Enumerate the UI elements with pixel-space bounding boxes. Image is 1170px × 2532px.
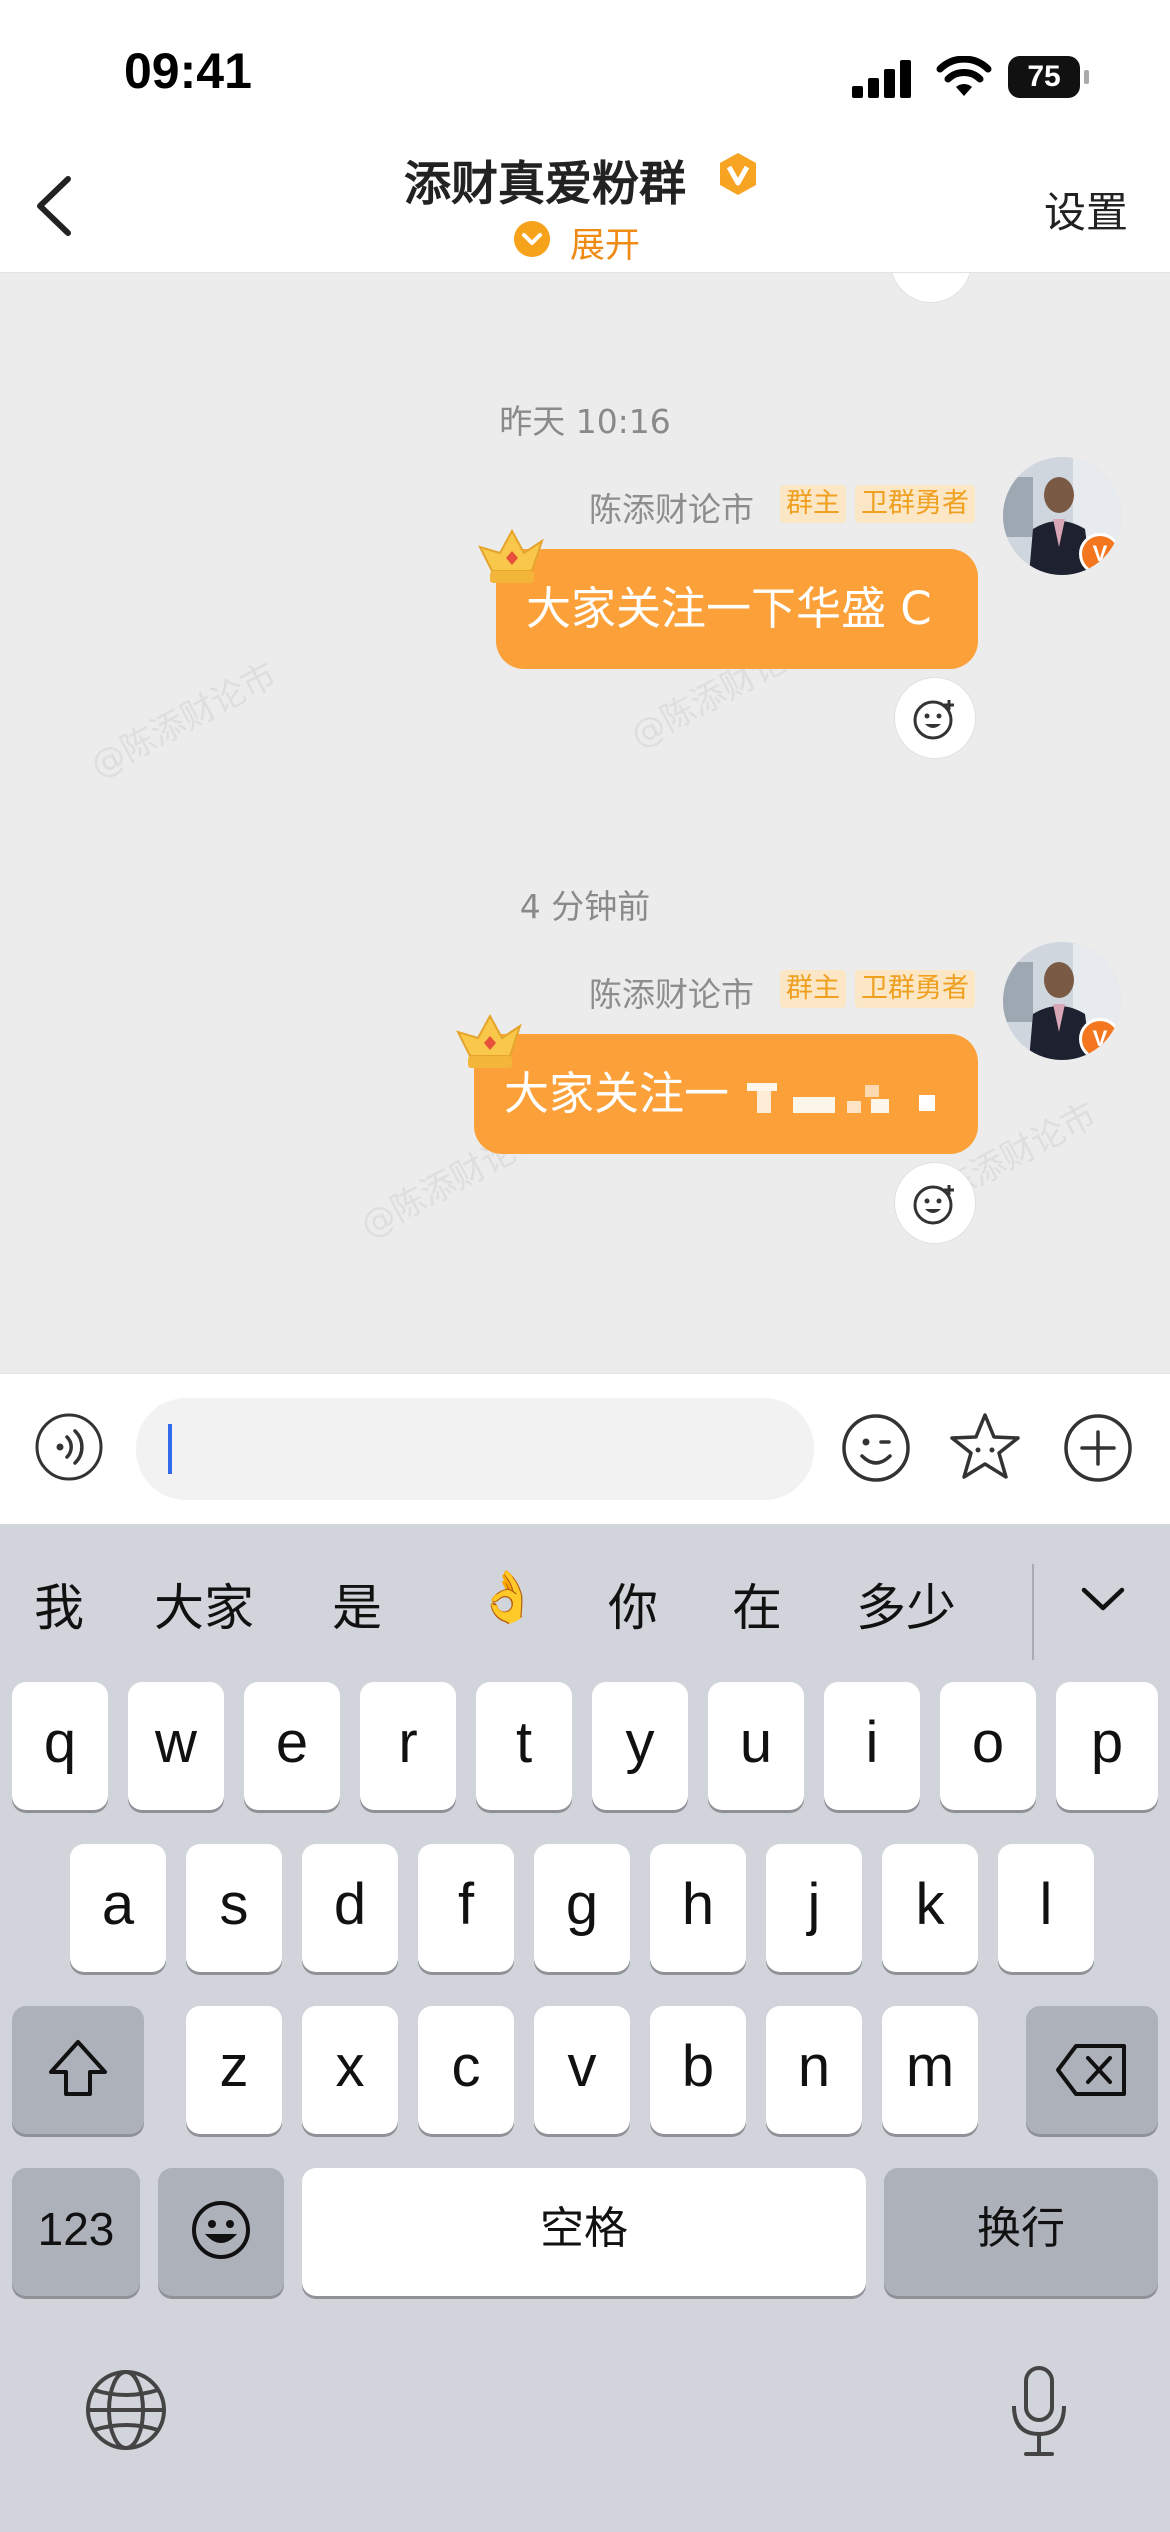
- key-o[interactable]: o: [940, 1682, 1036, 1810]
- key-x[interactable]: x: [302, 2006, 398, 2134]
- key-r[interactable]: r: [360, 1682, 456, 1810]
- sticker-star-icon[interactable]: [948, 1410, 1022, 1484]
- chevron-down-icon[interactable]: [1080, 1576, 1126, 1622]
- key-l[interactable]: l: [998, 1844, 1094, 1972]
- chevron-down-icon: [514, 221, 550, 257]
- key-t[interactable]: t: [476, 1682, 572, 1810]
- group-title-area[interactable]: 添财真爱粉群: [404, 145, 766, 212]
- key-d[interactable]: d: [302, 1844, 398, 1972]
- shift-key[interactable]: [12, 2006, 144, 2134]
- suggestion-divider: [1032, 1564, 1034, 1660]
- reaction-button[interactable]: [894, 1162, 976, 1244]
- suggestion[interactable]: 是: [332, 1568, 382, 1640]
- key-v[interactable]: v: [534, 2006, 630, 2134]
- key-i[interactable]: i: [824, 1682, 920, 1810]
- key-m[interactable]: m: [882, 2006, 978, 2134]
- watermark: @陈添财论市: [84, 655, 284, 787]
- numbers-key[interactable]: 123: [12, 2168, 140, 2296]
- key-h[interactable]: h: [650, 1844, 746, 1972]
- message-bubble[interactable]: 大家关注一下华盛 C: [496, 549, 978, 669]
- shift-arrow-icon: [49, 2040, 107, 2096]
- suggestion[interactable]: 👌: [476, 1568, 538, 1627]
- key-b[interactable]: b: [650, 2006, 746, 2134]
- expand-toggle[interactable]: 展开: [514, 217, 674, 266]
- verified-v-icon: V: [1079, 1018, 1121, 1060]
- avatar[interactable]: V: [1003, 942, 1121, 1060]
- key-a[interactable]: a: [70, 1844, 166, 1972]
- wifi-icon: [936, 56, 992, 96]
- owner-tag: 群主: [780, 970, 846, 1008]
- backspace-key[interactable]: [1026, 2006, 1158, 2134]
- battery-level: 75: [1027, 60, 1061, 93]
- cellular-signal-icon: [852, 60, 911, 98]
- message-timestamp: 4 分钟前: [519, 887, 651, 926]
- suggestion-bar: 我 大家 是 👌 你 在 多少: [0, 1524, 1170, 1684]
- crown-icon: [478, 528, 544, 583]
- reaction-button[interactable]: [890, 273, 972, 303]
- keyboard: 我 大家 是 👌 你 在 多少 q w e r t y u i o p a s …: [0, 1524, 1170, 2532]
- message-timestamp: 昨天 10:16: [499, 402, 671, 441]
- key-w[interactable]: w: [128, 1682, 224, 1810]
- guardian-tag: 卫群勇者: [855, 485, 975, 523]
- sender-name[interactable]: 陈添财论市: [589, 968, 754, 1016]
- return-key[interactable]: 换行: [884, 2168, 1158, 2296]
- verified-v-badge-icon: [720, 153, 756, 195]
- verified-v-icon: V: [1079, 533, 1121, 575]
- key-p[interactable]: p: [1056, 1682, 1158, 1810]
- suggestion[interactable]: 大家: [154, 1568, 254, 1640]
- emoji-key[interactable]: [158, 2168, 284, 2296]
- backspace-icon: [1056, 2044, 1126, 2096]
- reaction-button[interactable]: [894, 677, 976, 759]
- avatar[interactable]: V: [1003, 457, 1121, 575]
- guardian-tag: 卫群勇者: [855, 970, 975, 1008]
- plus-icon[interactable]: [1062, 1412, 1134, 1484]
- expand-label: 展开: [570, 226, 641, 266]
- key-e[interactable]: e: [244, 1682, 340, 1810]
- message-input[interactable]: [136, 1398, 814, 1500]
- key-c[interactable]: c: [418, 2006, 514, 2134]
- status-bar: 09:41 75: [0, 0, 1170, 135]
- key-q[interactable]: q: [12, 1682, 108, 1810]
- settings-button[interactable]: 设置: [1044, 179, 1128, 240]
- add-reaction-icon: [913, 700, 954, 740]
- battery-tip: [1084, 70, 1089, 84]
- back-button[interactable]: [28, 171, 88, 241]
- suggestion[interactable]: 我: [34, 1568, 84, 1640]
- key-n[interactable]: n: [766, 2006, 862, 2134]
- sender-name[interactable]: 陈添财论市: [589, 483, 754, 531]
- message-input-bar: [0, 1373, 1170, 1524]
- suggestion[interactable]: 在: [732, 1568, 782, 1640]
- key-g[interactable]: g: [534, 1844, 630, 1972]
- crown-icon: [456, 1013, 522, 1068]
- battery-icon: 75: [1008, 56, 1090, 98]
- key-u[interactable]: u: [708, 1682, 804, 1810]
- globe-icon[interactable]: [84, 2368, 168, 2452]
- status-time: 09:41: [124, 43, 252, 99]
- voice-input-icon[interactable]: [34, 1412, 104, 1482]
- add-reaction-icon: [913, 1185, 954, 1225]
- message-bubble[interactable]: 大家关注一: [474, 1034, 978, 1154]
- chat-message-list[interactable]: @陈添财论市 @陈添财论市 @陈添财论市 @陈添财论市 昨天 10:16 陈添财…: [0, 273, 1170, 1373]
- owner-tag: 群主: [780, 485, 846, 523]
- message-text: 大家关注一: [504, 1067, 730, 1120]
- key-k[interactable]: k: [882, 1844, 978, 1972]
- redacted-text-mosaic: [747, 1083, 936, 1113]
- emoji-face-icon: [192, 2201, 250, 2259]
- key-z[interactable]: z: [186, 2006, 282, 2134]
- key-f[interactable]: f: [418, 1844, 514, 1972]
- key-s[interactable]: s: [186, 1844, 282, 1972]
- suggestion[interactable]: 多少: [856, 1568, 956, 1640]
- microphone-icon[interactable]: [1006, 2364, 1072, 2460]
- emoji-icon[interactable]: [840, 1412, 912, 1484]
- space-key[interactable]: 空格: [302, 2168, 866, 2296]
- text-cursor: [168, 1424, 172, 1474]
- key-y[interactable]: y: [592, 1682, 688, 1810]
- chat-header: 添财真爱粉群 展开 设置: [0, 135, 1170, 273]
- key-j[interactable]: j: [766, 1844, 862, 1972]
- suggestion[interactable]: 你: [608, 1568, 658, 1640]
- group-title: 添财真爱粉群: [404, 157, 686, 212]
